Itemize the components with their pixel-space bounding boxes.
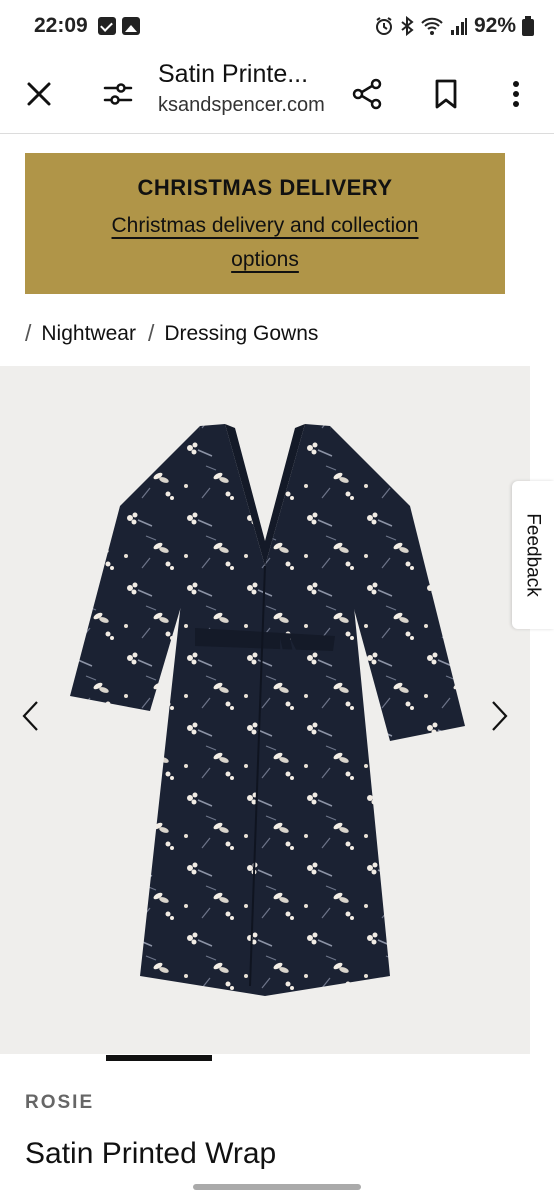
status-icons: 92% <box>374 14 534 38</box>
share-button[interactable] <box>340 66 396 122</box>
gallery-position-indicator <box>106 1055 212 1061</box>
close-button[interactable] <box>11 66 67 122</box>
breadcrumb-item-nightwear[interactable]: Nightwear <box>41 322 136 346</box>
product-name: Satin Printed Wrap <box>25 1137 277 1170</box>
breadcrumb-separator: / <box>25 320 32 346</box>
battery-level: 92% <box>473 14 516 37</box>
more-menu-button[interactable] <box>488 66 544 122</box>
previous-image-button[interactable] <box>11 696 51 736</box>
page-info-button[interactable] <box>90 66 146 122</box>
page-title: Satin Printe... <box>158 60 309 88</box>
signal-icon <box>450 18 467 35</box>
chevron-right-icon <box>492 701 508 731</box>
share-icon <box>352 78 382 110</box>
breadcrumb-item-dressing-gowns[interactable]: Dressing Gowns <box>164 322 318 346</box>
bookmark-icon <box>435 79 457 109</box>
status-bar: 22:09 92% <box>0 0 554 54</box>
product-image <box>70 424 465 996</box>
product-image-gallery[interactable] <box>0 366 530 1054</box>
browser-toolbar: Satin Printe... ksandspencer.com <box>0 54 554 134</box>
wifi-icon <box>421 17 443 35</box>
breadcrumb-separator: / <box>147 320 155 346</box>
status-time: 22:09 <box>34 14 88 37</box>
feedback-tab[interactable]: Feedback <box>512 481 554 629</box>
battery-icon <box>522 16 534 36</box>
image-icon <box>122 17 140 35</box>
bookmark-button[interactable] <box>418 66 474 122</box>
christmas-delivery-banner: CHRISTMAS DELIVERY Christmas delivery an… <box>25 153 505 294</box>
page-url: ksandspencer.com <box>158 94 325 116</box>
bluetooth-icon <box>401 16 414 36</box>
delivery-options-link[interactable]: Christmas delivery and collection option… <box>75 209 455 277</box>
next-image-button[interactable] <box>479 696 519 736</box>
more-vert-icon <box>513 81 519 107</box>
feedback-label: Feedback <box>523 513 545 597</box>
alarm-icon <box>375 17 392 35</box>
banner-title: CHRISTMAS DELIVERY <box>137 175 393 200</box>
tune-icon <box>103 83 133 105</box>
url-block[interactable]: Satin Printe... ksandspencer.com <box>158 58 338 117</box>
chevron-left-icon <box>22 701 38 731</box>
close-icon <box>27 82 51 106</box>
breadcrumb: / Nightwear / Dressing Gowns <box>25 320 330 347</box>
product-brand: ROSIE <box>25 1092 95 1113</box>
check-icon <box>98 17 116 35</box>
home-indicator[interactable] <box>193 1184 361 1190</box>
